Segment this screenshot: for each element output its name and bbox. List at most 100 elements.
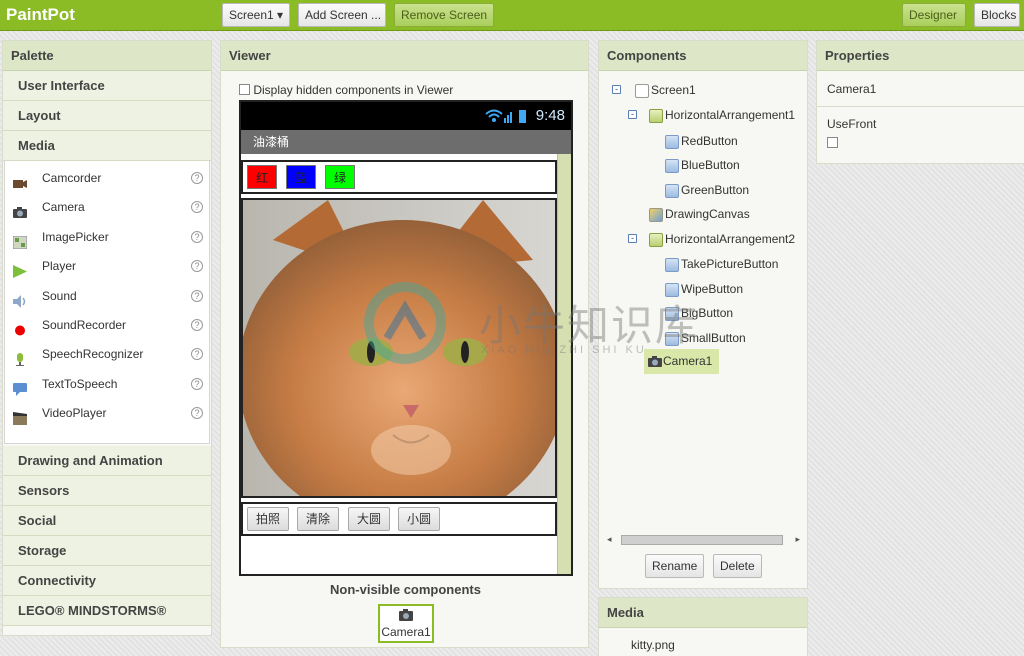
nonvisible-camera1[interactable]: Camera1 — [378, 604, 434, 643]
top-bar: PaintPot Screen1 ▾ Add Screen ... Remove… — [0, 0, 1024, 31]
drawing-canvas[interactable] — [241, 198, 557, 498]
palette-item-camcorder[interactable]: Camcorder ? — [5, 164, 209, 193]
remove-screen-button[interactable]: Remove Screen — [394, 3, 494, 27]
tree-item-label: GreenButton — [681, 183, 750, 197]
camera-icon — [648, 356, 662, 368]
scroll-right-icon[interactable]: ▸ — [795, 534, 800, 545]
hidden-components-checkbox[interactable] — [239, 84, 250, 95]
rename-button[interactable]: Rename — [645, 554, 705, 578]
scroll-thumb[interactable] — [621, 535, 783, 545]
canvas-icon — [649, 207, 663, 222]
category-social[interactable]: Social — [3, 506, 211, 536]
cat-image — [243, 200, 555, 496]
media-title: Media — [599, 598, 807, 628]
tree-item-wipebutton[interactable]: WipeButton — [665, 280, 743, 298]
small-button[interactable]: 小圆 — [398, 507, 441, 531]
tree-item-takepicturebutton[interactable]: TakePictureButton — [665, 255, 778, 273]
button-icon — [665, 183, 679, 198]
tree-item-greenbutton[interactable]: GreenButton — [665, 181, 749, 199]
big-button[interactable]: 大圆 — [348, 507, 391, 531]
help-icon[interactable]: ? — [191, 289, 203, 302]
palette-item-label: SpeechRecognizer — [42, 347, 144, 362]
palette-item-speechrecognizer[interactable]: SpeechRecognizer ? — [5, 340, 209, 369]
camcorder-icon — [13, 172, 27, 188]
collapse-toggle[interactable]: - — [612, 85, 621, 94]
help-icon[interactable]: ? — [191, 260, 203, 273]
help-icon[interactable]: ? — [191, 318, 203, 331]
designer-button[interactable]: Designer — [902, 3, 966, 27]
tree-item-redbutton[interactable]: RedButton — [665, 132, 738, 150]
blue-button[interactable]: 蓝 — [286, 165, 316, 189]
button-icon — [665, 134, 679, 149]
palette-item-texttospeech[interactable]: TextToSpeech ? — [5, 370, 209, 399]
palette-item-label: Player — [42, 259, 77, 274]
palette-item-player[interactable]: Player ? — [5, 252, 209, 281]
tree-item-label: BigButton — [681, 306, 734, 320]
category-lego-mindstorms[interactable]: LEGO® MINDSTORMS® — [3, 596, 211, 626]
wipe-button[interactable]: 清除 — [297, 507, 340, 531]
tree-item-label: RedButton — [681, 134, 738, 148]
usefront-checkbox[interactable] — [827, 137, 838, 148]
tree-item-drawingcanvas[interactable]: DrawingCanvas — [649, 205, 750, 223]
tree-item-smallbutton[interactable]: SmallButton — [665, 329, 746, 347]
tree-horizontal-scrollbar[interactable]: ◂ ▸ — [607, 532, 800, 546]
phone-preview: 9:48 油漆桶 红 蓝 绿 拍照 清除 大圆 小圆 — [239, 100, 573, 576]
help-icon[interactable]: ? — [191, 348, 203, 361]
tree-item-label: DrawingCanvas — [665, 207, 750, 221]
palette-item-videoplayer[interactable]: VideoPlayer ? — [5, 399, 209, 428]
media-item-kitty[interactable]: kitty.png — [631, 638, 675, 652]
category-sensors[interactable]: Sensors — [3, 476, 211, 506]
collapse-toggle[interactable]: - — [628, 234, 637, 243]
collapse-toggle[interactable]: - — [628, 110, 637, 119]
help-icon[interactable]: ? — [191, 377, 203, 390]
nonvisible-camera1-label: Camera1 — [381, 625, 431, 639]
category-user-interface[interactable]: User Interface — [3, 71, 211, 101]
category-connectivity[interactable]: Connectivity — [3, 566, 211, 596]
tree-item-bluebutton[interactable]: BlueButton — [665, 156, 740, 174]
palette-item-sound[interactable]: Sound ? — [5, 282, 209, 311]
palette-item-imagepicker[interactable]: ImagePicker ? — [5, 223, 209, 252]
phone-title-bar: 油漆桶 — [241, 130, 571, 154]
palette-title: Palette — [3, 41, 211, 71]
tree-item-horizontalarrangement2[interactable]: HorizontalArrangement2 — [649, 230, 795, 248]
status-time: 9:48 — [535, 107, 565, 124]
button-icon — [665, 282, 679, 297]
media-panel: Media kitty.png — [598, 597, 808, 656]
screen-icon — [635, 83, 649, 98]
color-buttons-arrangement[interactable]: 红 蓝 绿 — [241, 160, 557, 194]
help-icon[interactable]: ? — [191, 230, 203, 243]
screen-select-button[interactable]: Screen1 ▾ — [222, 3, 290, 27]
palette-item-camera[interactable]: Camera ? — [5, 193, 209, 222]
arrangement-icon — [649, 108, 663, 123]
delete-button[interactable]: Delete — [713, 554, 762, 578]
add-screen-button[interactable]: Add Screen ... — [298, 3, 386, 27]
palette-panel: Palette User Interface Layout Media Camc… — [2, 40, 212, 636]
tree-item-horizontalarrangement1[interactable]: HorizontalArrangement1 — [649, 106, 795, 124]
button-icon — [665, 158, 679, 173]
palette-item-label: Camcorder — [42, 171, 102, 185]
tree-item-camera1[interactable]: Camera1 — [644, 349, 719, 374]
components-title: Components — [599, 41, 807, 71]
palette-item-label: ImagePicker — [42, 229, 109, 244]
hidden-components-toggle[interactable]: Display hidden components in Viewer — [239, 83, 453, 97]
scroll-left-icon[interactable]: ◂ — [607, 534, 612, 545]
category-storage[interactable]: Storage — [3, 536, 211, 566]
category-layout[interactable]: Layout — [3, 101, 211, 131]
palette-item-soundrecorder[interactable]: SoundRecorder ? — [5, 311, 209, 340]
category-drawing-animation[interactable]: Drawing and Animation — [3, 446, 211, 476]
tree-item-bigbutton[interactable]: BigButton — [665, 304, 733, 322]
phone-scrollbar[interactable] — [557, 154, 571, 574]
properties-title: Properties — [817, 41, 1024, 71]
red-button[interactable]: 红 — [247, 165, 277, 189]
category-media[interactable]: Media — [3, 131, 211, 161]
sound-icon — [13, 290, 27, 308]
help-icon[interactable]: ? — [191, 407, 203, 420]
take-picture-button[interactable]: 拍照 — [247, 507, 290, 531]
help-icon[interactable]: ? — [191, 201, 203, 214]
action-buttons-arrangement[interactable]: 拍照 清除 大圆 小圆 — [241, 502, 557, 536]
green-button[interactable]: 绿 — [325, 165, 355, 189]
tree-item-screen1[interactable]: Screen1 — [635, 81, 696, 99]
help-icon[interactable]: ? — [191, 172, 203, 184]
blocks-button[interactable]: Blocks — [974, 3, 1020, 27]
palette-item-label: SoundRecorder — [42, 317, 127, 332]
